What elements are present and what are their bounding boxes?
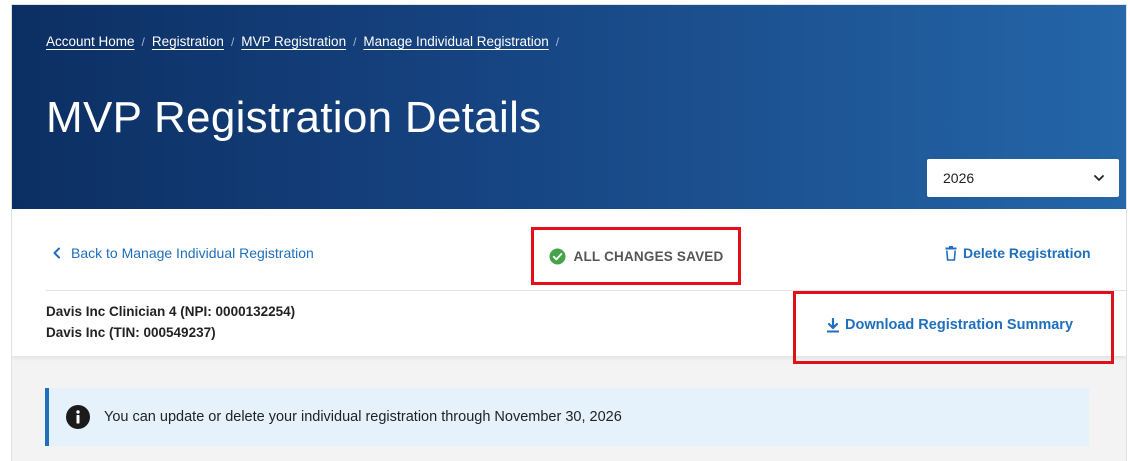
breadcrumb-separator: /	[230, 34, 235, 49]
breadcrumb-separator: /	[141, 34, 145, 49]
app-frame: Account Home / Registration / MVP Regist…	[12, 5, 1126, 461]
breadcrumb-separator: /	[555, 34, 560, 49]
delete-registration-label: Delete Registration	[963, 245, 1091, 261]
tin-identity: Davis Inc (TIN: 000549237)	[46, 325, 216, 340]
download-summary-button[interactable]: Download Registration Summary	[826, 317, 1073, 333]
page-title: MVP Registration Details	[46, 93, 542, 142]
info-icon	[66, 405, 90, 429]
download-icon	[827, 317, 839, 332]
delete-registration-button[interactable]: Delete Registration	[945, 245, 1091, 261]
breadcrumb-registration[interactable]: Registration	[152, 34, 224, 49]
breadcrumb-manage-individual-registration[interactable]: Manage Individual Registration	[363, 34, 548, 49]
chevron-down-icon	[1094, 175, 1104, 181]
trash-icon	[945, 245, 957, 261]
year-select[interactable]: 2026	[927, 159, 1119, 197]
breadcrumb-account-home[interactable]: Account Home	[46, 34, 135, 49]
identity-block: Davis Inc Clinician 4 (NPI: 0000132254) …	[46, 301, 295, 343]
year-select-value: 2026	[943, 170, 975, 186]
page-header: Account Home / Registration / MVP Regist…	[12, 5, 1126, 209]
chevron-left-icon	[53, 247, 60, 259]
save-status-badge: ALL CHANGES SAVED	[531, 227, 741, 285]
breadcrumb-separator: /	[353, 34, 357, 49]
breadcrumb: Account Home / Registration / MVP Regist…	[46, 34, 566, 49]
download-summary-label: Download Registration Summary	[845, 317, 1074, 333]
save-status-text: ALL CHANGES SAVED	[573, 248, 724, 264]
check-circle-icon	[549, 247, 566, 265]
clinician-identity: Davis Inc Clinician 4 (NPI: 0000132254)	[46, 304, 296, 319]
back-link-label: Back to Manage Individual Registration	[71, 245, 314, 261]
registration-card: Back to Manage Individual Registration A…	[12, 209, 1126, 364]
info-alert: You can update or delete your individual…	[45, 388, 1089, 446]
breadcrumb-mvp-registration[interactable]: MVP Registration	[241, 34, 346, 49]
alert-message: You can update or delete your individual…	[104, 409, 622, 425]
back-link[interactable]: Back to Manage Individual Registration	[52, 245, 314, 261]
